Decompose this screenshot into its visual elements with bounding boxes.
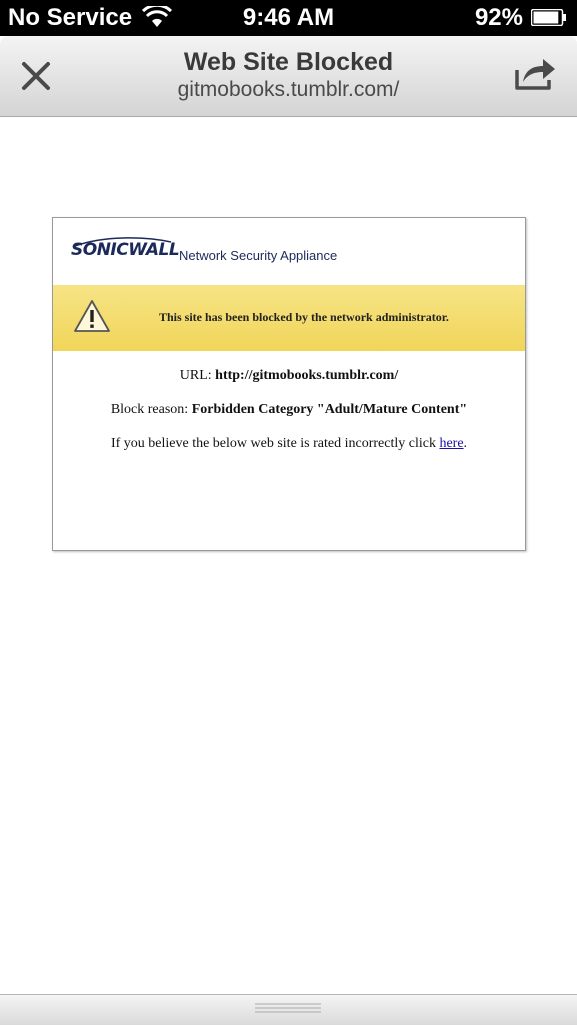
share-icon[interactable] bbox=[513, 56, 557, 92]
page-title: Web Site Blocked bbox=[183, 48, 394, 76]
block-message: This site has been blocked by the networ… bbox=[159, 310, 449, 324]
battery-icon bbox=[531, 9, 566, 26]
reason-label: Block reason: bbox=[110, 402, 189, 417]
reason-line: Block reason: Forbidden Category "Adult/… bbox=[53, 402, 525, 418]
navigation-bar: Web Site Blocked gitmobooks.tumblr.com/ bbox=[0, 36, 577, 117]
drag-handle-icon[interactable] bbox=[255, 1002, 321, 1014]
rating-text: If you believe the below web site is rat… bbox=[110, 436, 436, 451]
url-label: URL: bbox=[179, 368, 212, 383]
block-alert-banner: This site has been blocked by the networ… bbox=[53, 285, 525, 351]
warning-icon bbox=[74, 300, 110, 332]
rating-suffix: . bbox=[463, 436, 468, 451]
logo-tagline: Network Security Appliance bbox=[179, 248, 338, 263]
here-link[interactable]: here bbox=[439, 436, 463, 451]
url-line: URL: http://gitmobooks.tumblr.com/ bbox=[53, 368, 525, 384]
bottom-toolbar bbox=[0, 994, 577, 1025]
status-bar: No Service 9:46 AM 92% bbox=[0, 0, 577, 36]
block-page-frame: SONICWALL Network Security Appliance Thi… bbox=[52, 217, 526, 551]
sonicwall-header: SONICWALL Network Security Appliance bbox=[71, 237, 511, 270]
page-url: gitmobooks.tumblr.com/ bbox=[177, 78, 400, 101]
battery-percent: 92% bbox=[474, 4, 523, 31]
rating-line: If you believe the below web site is rat… bbox=[53, 436, 525, 452]
sonicwall-logo: SONICWALL bbox=[71, 240, 180, 260]
blocked-url: http://gitmobooks.tumblr.com/ bbox=[215, 368, 399, 383]
block-reason: Forbidden Category "Adult/Mature Content… bbox=[191, 402, 468, 417]
